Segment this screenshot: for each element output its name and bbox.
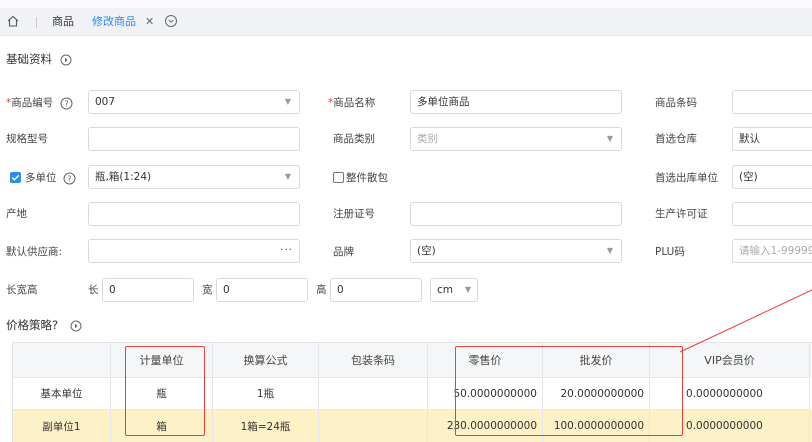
chevron-down-icon: ▼ [606, 134, 613, 143]
table-row[interactable]: 副单位1 箱 1箱=24瓶 230.0000000000 100.0000000… [13, 410, 812, 442]
table-cell[interactable]: 箱 [111, 410, 213, 442]
header-cell: 包装条码 [319, 343, 428, 378]
table-cell: 1瓶 [213, 378, 319, 410]
barcode-label: 商品条码 [655, 97, 697, 109]
more-icon[interactable]: ··· [280, 240, 293, 261]
out-unit-select[interactable]: (空) [732, 165, 812, 189]
origin-input[interactable] [88, 202, 300, 226]
chevron-down-icon: ▼ [284, 172, 291, 181]
header-cell: 计量单位 [111, 343, 213, 378]
category-label: 商品类别 [333, 133, 375, 145]
multi-unit-select[interactable]: 瓶,箱(1:24) ▼ [88, 165, 300, 189]
warehouse-label: 首选仓库 [655, 133, 697, 145]
chevron-down-icon: ▼ [606, 246, 613, 255]
header-cell: 换算公式 [213, 343, 319, 378]
multi-unit-checkbox[interactable] [10, 172, 21, 183]
dims-unit-select[interactable]: cm ▼ [430, 278, 478, 302]
header-cell: 零售价 [428, 343, 543, 378]
section-basic-title: 基础资料 [6, 52, 52, 66]
table-cell[interactable]: 230.0000000000 [428, 410, 543, 442]
reg-no-label: 注册证号 [333, 208, 375, 220]
section-basic-info: 基础资料 [6, 51, 72, 67]
table-cell[interactable]: 50.0000000000 [428, 378, 543, 410]
table-cell[interactable]: 0.0000000000 [650, 410, 810, 442]
height-input[interactable]: 0 [330, 278, 422, 302]
table-cell[interactable] [319, 410, 428, 442]
help-icon[interactable]: ? [63, 172, 76, 185]
code-select[interactable]: 007 ▼ [88, 90, 300, 114]
whole-pack-checkbox[interactable] [333, 172, 344, 183]
brand-select[interactable]: (空) ▼ [410, 239, 622, 263]
width-input[interactable]: 0 [216, 278, 308, 302]
top-banner [0, 0, 812, 8]
help-icon[interactable]: ? [60, 97, 73, 110]
tab-bar: 商品 修改商品 ✕ [0, 8, 812, 36]
supplier-label: 默认供应商: [6, 246, 63, 258]
name-input[interactable]: 多单位商品 [410, 90, 622, 114]
chevron-down-icon: ▼ [284, 97, 291, 106]
whole-pack-label: 整件散包 [346, 172, 388, 184]
supplier-picker[interactable]: ··· [88, 239, 300, 263]
name-label: *商品名称 [328, 97, 376, 109]
plu-label: PLU码 [655, 246, 685, 258]
out-unit-label: 首选出库单位 [655, 172, 718, 184]
section-price-title: 价格策略? [6, 318, 59, 332]
svg-text:?: ? [67, 174, 71, 183]
spec-label: 规格型号 [6, 133, 48, 145]
table-cell[interactable]: 瓶 [111, 378, 213, 410]
category-select[interactable]: 类别 ▼ [410, 127, 622, 151]
barcode-input[interactable] [732, 90, 812, 114]
length-label: 长 [88, 284, 99, 296]
table-header-row: 计量单位 换算公式 包装条码 零售价 批发价 VIP会员价 [13, 343, 812, 378]
tab-edit-goods[interactable]: 修改商品 [92, 14, 136, 30]
height-label: 高 [316, 284, 327, 296]
section-price: 价格策略? [6, 317, 82, 333]
table-cell[interactable]: 100.0000000000 [543, 410, 650, 442]
tab-divider [36, 17, 37, 28]
svg-text:?: ? [64, 99, 68, 108]
chevron-down-icon: ▼ [464, 285, 471, 294]
header-cell: VIP会员价 [650, 343, 810, 378]
collapse-toggle-icon[interactable] [70, 320, 82, 332]
width-label: 宽 [202, 284, 213, 296]
tab-goods[interactable]: 商品 [52, 14, 74, 30]
license-label: 生产许可证 [655, 208, 708, 220]
home-icon[interactable] [6, 14, 20, 28]
spec-input[interactable] [88, 127, 300, 151]
dims-label: 长宽高 [6, 284, 38, 296]
multi-unit-label: 多单位 ? [25, 171, 76, 185]
header-cell [13, 343, 111, 378]
table-row[interactable]: 基本单位 瓶 1瓶 50.0000000000 20.0000000000 0.… [13, 378, 812, 410]
code-label: *商品编号 ? [6, 96, 73, 110]
origin-label: 产地 [6, 208, 27, 220]
license-input[interactable] [732, 202, 812, 226]
reg-no-input[interactable] [410, 202, 622, 226]
warehouse-select[interactable]: 默认 [732, 127, 812, 151]
table-cell: 副单位1 [13, 410, 111, 442]
price-table: 计量单位 换算公式 包装条码 零售价 批发价 VIP会员价 基本单位 瓶 1瓶 … [12, 342, 812, 442]
table-cell[interactable]: 0.0000000000 [650, 378, 810, 410]
table-cell: 基本单位 [13, 378, 111, 410]
header-cell: 批发价 [543, 343, 650, 378]
check-icon [11, 174, 20, 181]
brand-label: 品牌 [333, 246, 354, 258]
table-cell[interactable] [319, 378, 428, 410]
table-cell: 1箱=24瓶 [213, 410, 319, 442]
length-input[interactable]: 0 [102, 278, 194, 302]
table-cell[interactable]: 20.0000000000 [543, 378, 650, 410]
chevron-down-circle-icon[interactable] [164, 14, 178, 28]
plu-input[interactable]: 请输入1-99999 [732, 239, 812, 263]
close-icon[interactable]: ✕ [145, 14, 154, 30]
collapse-toggle-icon[interactable] [60, 54, 72, 66]
